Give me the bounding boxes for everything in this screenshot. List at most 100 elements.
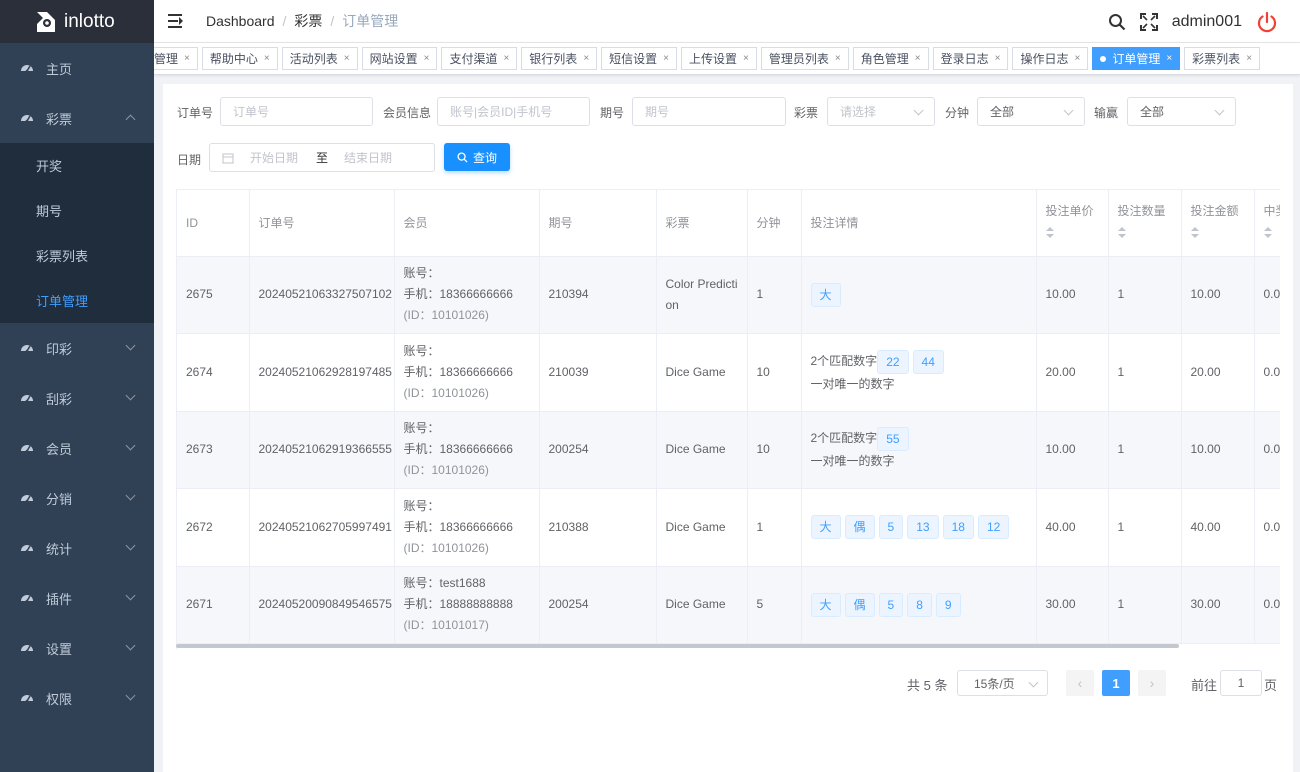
prev-page-button[interactable]: ‹ xyxy=(1066,670,1094,696)
page-size-select[interactable]: 15条/页 xyxy=(957,670,1048,696)
tag-tab[interactable]: 短信设置 × xyxy=(601,47,678,70)
close-icon[interactable]: × xyxy=(1246,53,1252,64)
cell-amount: 20.00 xyxy=(1181,333,1255,412)
tag-tab[interactable]: 网站设置 × xyxy=(361,47,438,70)
tag-tab[interactable]: 银行列表 × xyxy=(521,47,598,70)
close-icon[interactable]: × xyxy=(663,53,669,64)
sidebar-item[interactable]: 主页 xyxy=(0,43,154,93)
table-row[interactable]: 2673 20240521062919366555 账号： 手机：1836666666… xyxy=(177,411,1280,489)
table-row[interactable]: 2671 20240520090849546575 账号：test1688 手机：18… xyxy=(177,566,1280,644)
sort-icon[interactable] xyxy=(1117,227,1126,239)
logo-text: inlotto xyxy=(64,10,115,32)
breadcrumb-lottery[interactable]: 彩票 xyxy=(294,11,322,31)
query-button[interactable]: 查询 xyxy=(444,143,510,171)
minute-label: 分钟 xyxy=(945,106,970,120)
cell-price: 10.00 xyxy=(1036,411,1109,489)
close-icon[interactable]: × xyxy=(184,53,190,64)
tag-tab[interactable]: 管理 × xyxy=(154,47,198,70)
sidebar-submenu: 开奖 期号 彩票列表 订单管理 xyxy=(0,143,154,323)
minute-select[interactable]: 全部 xyxy=(977,97,1085,126)
close-icon[interactable]: × xyxy=(264,53,270,64)
lottery-select[interactable]: 请选择 xyxy=(827,97,935,126)
win-lose-select[interactable]: 全部 xyxy=(1127,97,1236,126)
chevron-down-icon xyxy=(125,540,136,551)
tag-tab[interactable]: 管理员列表 × xyxy=(760,47,849,70)
fullscreen-icon[interactable] xyxy=(1139,12,1158,31)
sidebar-subitem[interactable]: 订单管理 xyxy=(0,278,154,323)
cell-amount: 10.00 xyxy=(1181,256,1255,334)
bet-tag: 5 xyxy=(878,592,904,617)
sidebar-item-label: 主页 xyxy=(46,61,73,77)
member-account: 账号： xyxy=(403,343,440,358)
column-header: 投注详情 xyxy=(801,190,1037,257)
issue-input[interactable]: 期号 xyxy=(632,97,786,126)
close-icon[interactable]: × xyxy=(583,53,589,64)
sidebar-item[interactable]: 彩票 xyxy=(0,93,154,143)
logo[interactable]: inlotto xyxy=(0,0,154,43)
tag-label: 管理员列表 xyxy=(768,52,829,66)
tag-tab[interactable]: 活动列表 × xyxy=(281,47,358,70)
sidebar-item[interactable]: 印彩 xyxy=(0,323,154,373)
tag-tab[interactable]: 角色管理 × xyxy=(852,47,929,70)
sidebar-subitem[interactable]: 开奖 xyxy=(0,143,154,188)
next-page-button[interactable]: › xyxy=(1138,670,1166,696)
close-icon[interactable]: × xyxy=(835,53,841,64)
sidebar-subitem[interactable]: 彩票列表 xyxy=(0,233,154,278)
tag-tab[interactable]: 支付渠道 × xyxy=(441,47,518,70)
column-header[interactable]: 投注数量 xyxy=(1108,190,1182,257)
sidebar-item[interactable]: 分销 xyxy=(0,473,154,523)
hamburger-icon[interactable] xyxy=(168,14,184,28)
sort-icon[interactable] xyxy=(1190,227,1199,239)
sidebar-item-label: 刮彩 xyxy=(46,391,73,407)
sidebar-item[interactable]: 权限 xyxy=(0,673,154,723)
tag-tab[interactable]: 上传设置 × xyxy=(681,47,757,70)
member-account: 账号： xyxy=(403,266,440,281)
tag-tab[interactable]: 彩票列表 × xyxy=(1184,47,1261,70)
sidebar-item[interactable]: 统计 xyxy=(0,523,154,573)
dashboard-icon xyxy=(20,341,34,355)
sidebar-subitem[interactable]: 期号 xyxy=(0,188,154,233)
username[interactable]: admin001 xyxy=(1172,13,1242,31)
close-icon[interactable]: × xyxy=(503,53,509,64)
tag-tab[interactable]: 登录日志 × xyxy=(932,47,1009,70)
page-number-current[interactable]: 1 xyxy=(1102,670,1130,696)
goto-page-input[interactable]: 1 xyxy=(1220,670,1262,696)
sidebar-item[interactable]: 设置 xyxy=(0,623,154,673)
sidebar-item[interactable]: 插件 xyxy=(0,573,154,623)
column-header: 订单号 xyxy=(249,190,395,257)
sort-icon[interactable] xyxy=(1263,227,1272,239)
column-header[interactable]: 中奖 xyxy=(1254,190,1280,257)
power-icon[interactable] xyxy=(1256,11,1278,33)
table-row[interactable]: 2675 20240521063327507102 账号： 手机：1836666666… xyxy=(177,256,1280,334)
close-icon[interactable]: × xyxy=(743,53,749,64)
sidebar-item[interactable]: 刮彩 xyxy=(0,373,154,423)
cell-issue: 210394 xyxy=(539,256,657,334)
close-icon[interactable]: × xyxy=(995,53,1001,64)
close-icon[interactable]: × xyxy=(1166,53,1172,64)
column-header-label: 投注数量 xyxy=(1117,204,1166,218)
table-row[interactable]: 2674 20240521062928197485 账号： 手机：1836666666… xyxy=(177,333,1280,412)
column-header[interactable]: 投注金额 xyxy=(1181,190,1255,257)
close-icon[interactable]: × xyxy=(424,53,430,64)
table-row[interactable]: 2672 20240521062705997491 账号： 手机：1836666666… xyxy=(177,488,1280,567)
cell-order-no: 20240521062705997491 xyxy=(249,488,395,567)
close-icon[interactable]: × xyxy=(1074,53,1080,64)
breadcrumb-dashboard[interactable]: Dashboard xyxy=(206,13,275,29)
member-account: 账号： xyxy=(403,421,440,436)
column-header[interactable]: 投注单价 xyxy=(1036,190,1109,257)
tag-tab[interactable]: 帮助中心 × xyxy=(201,47,278,70)
win-lose-label: 输赢 xyxy=(1094,106,1119,120)
tag-tab[interactable]: 操作日志 × xyxy=(1012,47,1089,70)
bet-tag: 偶 xyxy=(844,515,875,540)
member-input[interactable]: 账号|会员ID|手机号 xyxy=(437,97,590,126)
pagination-total: 共 5 条 xyxy=(907,678,948,693)
date-range-picker[interactable]: 开始日期 至 结束日期 xyxy=(209,143,435,172)
sidebar-item[interactable]: 会员 xyxy=(0,423,154,473)
order-no-input[interactable]: 订单号 xyxy=(220,97,373,126)
sort-icon[interactable] xyxy=(1045,227,1054,239)
tag-tab[interactable]: 订单管理 × xyxy=(1092,47,1181,70)
horizontal-scrollbar[interactable] xyxy=(176,644,1179,648)
close-icon[interactable]: × xyxy=(915,53,921,64)
search-icon[interactable] xyxy=(1108,13,1126,31)
close-icon[interactable]: × xyxy=(344,53,350,64)
